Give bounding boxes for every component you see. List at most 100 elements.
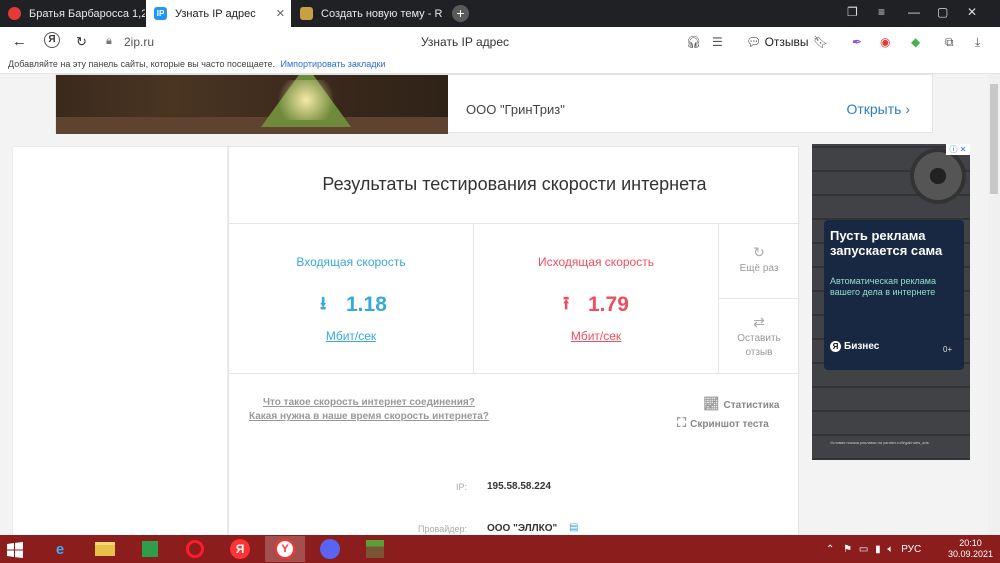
scrollbar[interactable] bbox=[988, 74, 1000, 535]
tab-favicon-icon bbox=[300, 7, 313, 20]
download-icon[interactable]: ⤓ bbox=[975, 35, 980, 50]
download-arrow-icon: ⭳ bbox=[320, 293, 327, 313]
minimize-icon[interactable]: — bbox=[908, 5, 920, 19]
ad-info-close-button[interactable]: ⓘ ✕ bbox=[946, 144, 970, 155]
side-ad[interactable]: Пусть реклама запускается сама Автоматич… bbox=[812, 144, 970, 460]
tab-favicon-icon bbox=[8, 7, 21, 20]
provider-label: Провайдер: bbox=[418, 524, 467, 534]
system-tray: ⌃ ⚑ ▭ ▮ 🔈︎ РУС bbox=[826, 544, 921, 555]
review-label-2: отзыв bbox=[745, 347, 773, 358]
clock-date: 30.09.2021 bbox=[948, 549, 994, 559]
download-label: Входящая скорость bbox=[296, 255, 406, 269]
left-sidebar-card bbox=[12, 146, 228, 535]
yandex-icon[interactable]: Я bbox=[220, 536, 260, 562]
info-icon: ⓘ bbox=[949, 145, 958, 154]
statistics-button[interactable]: 📈︎ Статистика bbox=[703, 396, 779, 412]
headphones-icon[interactable]: 🎧︎ bbox=[686, 35, 701, 49]
download-speed-value: 1.18 bbox=[346, 293, 387, 316]
menu-icon[interactable]: ≡ bbox=[878, 5, 885, 19]
tab-title: Создать новую тему - Rea bbox=[321, 7, 442, 20]
reviews-button[interactable]: 💬︎ Отзывы bbox=[746, 35, 809, 49]
tab-ip-address[interactable]: IP Узнать IP адрес ✕ bbox=[146, 0, 291, 27]
scrollbar-thumb[interactable] bbox=[990, 84, 998, 194]
banner-open-label: Открыть bbox=[846, 101, 902, 117]
speed-results-card: Результаты тестирования скорости интерне… bbox=[228, 146, 800, 535]
language-indicator[interactable]: РУС bbox=[901, 544, 921, 555]
close-icon[interactable]: ✕ bbox=[276, 7, 285, 20]
provider-value: ООО "ЭЛЛКО" bbox=[487, 523, 558, 534]
test-again-button[interactable]: ↻ Ещё раз bbox=[718, 245, 800, 276]
ad-fine-print: Условия показа рекламы на yandex.ru/lega… bbox=[830, 440, 929, 445]
signal-icon[interactable]: ▮ bbox=[875, 544, 881, 555]
flag-icon[interactable]: ⚑ bbox=[843, 544, 852, 555]
clock[interactable]: 20:10 30.09.2021 bbox=[948, 538, 993, 560]
windows-start-icon[interactable] bbox=[7, 542, 23, 558]
close-window-icon[interactable]: ✕ bbox=[967, 5, 977, 19]
banner-image bbox=[56, 75, 448, 134]
maximize-icon[interactable]: ▢ bbox=[937, 5, 948, 19]
tabs-icon[interactable]: ❐ bbox=[847, 5, 858, 19]
ie-icon[interactable]: e bbox=[40, 536, 80, 562]
question-link-1[interactable]: Что такое скорость интернет соединения? bbox=[263, 397, 475, 408]
minecraft-icon[interactable] bbox=[355, 536, 395, 562]
ad-title: Пусть реклама запускается сама bbox=[830, 228, 943, 258]
store-icon[interactable] bbox=[130, 536, 170, 562]
tab-create-topic[interactable]: Создать новую тему - Rea bbox=[292, 0, 442, 27]
fan-image bbox=[910, 148, 966, 204]
volume-icon[interactable]: 🔈︎ bbox=[887, 544, 893, 555]
results-title: Результаты тестирования скорости интерне… bbox=[322, 174, 707, 194]
screenshot-icon: ⛶ bbox=[677, 415, 687, 430]
test-again-label: Ещё раз bbox=[739, 263, 779, 274]
taskbar: e Я Y ⌃ ⚑ ▭ ▮ 🔈︎ РУС 20:10 30.09.2021 bbox=[0, 535, 1000, 563]
ad-subtitle: Автоматическая реклама вашего дела в инт… bbox=[830, 276, 936, 297]
close-icon: ✕ bbox=[959, 145, 967, 154]
screenshot-label: Скриншот теста bbox=[690, 419, 769, 430]
question-link-2[interactable]: Какая нужна в наше время скорость интерн… bbox=[249, 411, 489, 422]
yandex-browser-icon[interactable]: Y bbox=[265, 536, 305, 562]
screenshot-button[interactable]: ⛶ Скриншот теста bbox=[677, 415, 769, 431]
comment-icon: 💬︎ bbox=[746, 35, 762, 49]
upload-arrow-icon: ⭱ bbox=[563, 293, 570, 313]
bookmark-icon[interactable]: 🔖︎ bbox=[813, 35, 828, 49]
address-bar: ← Я ↻ 🔒︎ 2ip.ru Узнать IP адрес 🎧︎ ☰ 💬︎ … bbox=[0, 27, 1000, 57]
ip-value: 195.58.58.224 bbox=[487, 481, 551, 492]
explorer-icon[interactable] bbox=[85, 536, 125, 562]
import-bookmarks-link[interactable]: Импортировать закладки bbox=[281, 59, 386, 69]
discord-icon[interactable] bbox=[310, 536, 350, 562]
top-ad-banner[interactable]: ООО "ГринТриз" Открыть › bbox=[55, 74, 933, 134]
battery-icon[interactable]: ▭ bbox=[859, 544, 868, 555]
protect-icon[interactable]: ◉ bbox=[880, 35, 890, 49]
page-content: ООО "ГринТриз" Открыть › Результаты тест… bbox=[0, 74, 988, 535]
ip-label: IP: bbox=[455, 482, 467, 492]
new-tab-button[interactable]: + bbox=[452, 5, 469, 22]
tab-barbarossa[interactable]: Братья Барбаросса 1,2,3,4 bbox=[0, 0, 145, 27]
collections-icon[interactable]: ⧉ bbox=[945, 35, 954, 50]
comment-icon[interactable]: ▤ bbox=[569, 522, 578, 533]
tab-bar: Братья Барбаросса 1,2,3,4 IP Узнать IP а… bbox=[0, 0, 1000, 27]
upload-unit-link[interactable]: Мбит/сек bbox=[474, 329, 718, 343]
tab-title: Узнать IP адрес bbox=[175, 7, 256, 20]
ad-age: 0+ bbox=[943, 345, 953, 354]
download-unit-link[interactable]: Мбит/сек bbox=[229, 329, 473, 343]
feather-icon[interactable]: ✒ bbox=[852, 35, 862, 49]
leave-review-button[interactable]: ⇄ Оставить отзыв bbox=[718, 315, 800, 360]
ad-brand: Я Бизнес bbox=[830, 341, 879, 352]
upload-label: Исходящая скорость bbox=[538, 255, 654, 269]
banner-open-link[interactable]: Открыть › bbox=[846, 101, 910, 117]
chevron-right-icon: › bbox=[905, 101, 910, 117]
share-icon: ⇄ bbox=[753, 314, 765, 330]
extension-icon[interactable]: ◆ bbox=[911, 35, 920, 49]
yandex-icon: Я bbox=[830, 341, 841, 352]
tab-title: Братья Барбаросса 1,2,3,4 bbox=[29, 7, 145, 20]
reader-icon[interactable]: ☰ bbox=[712, 35, 723, 49]
ad-brand-label: Бизнес bbox=[844, 341, 880, 352]
bookmarks-bar: Добавляйте на эту панель сайты, которые … bbox=[0, 57, 1000, 74]
reviews-label: Отзывы bbox=[764, 35, 809, 49]
chart-icon: 📈︎ bbox=[703, 396, 720, 411]
banner-company: ООО "ГринТриз" bbox=[466, 102, 565, 117]
statistics-label: Статистика bbox=[723, 400, 780, 411]
opera-icon[interactable] bbox=[175, 536, 215, 562]
review-label-1: Оставить bbox=[737, 333, 781, 344]
tab-favicon-icon: IP bbox=[154, 7, 167, 20]
chevron-up-icon[interactable]: ⌃ bbox=[826, 544, 834, 555]
